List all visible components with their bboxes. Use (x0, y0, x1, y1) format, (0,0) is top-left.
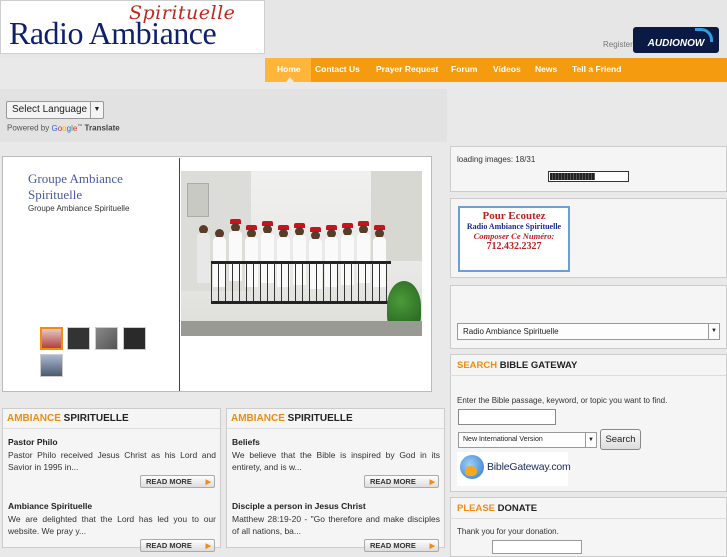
logo-main-text: Radio Ambiance (9, 15, 217, 51)
station-select[interactable]: Radio Ambiance Spirituelle ▼ (457, 323, 720, 340)
nav-active-notch (286, 77, 294, 82)
article-excerpt: We believe that the Bible is inspired by… (232, 450, 440, 472)
listen-phone-ad[interactable]: Pour Ecoutez Radio Ambiance Spirituelle … (458, 206, 570, 272)
read-more-button[interactable]: READ MORE ▶ (364, 539, 439, 552)
nav-tell-a-friend[interactable]: Tell a Friend (572, 58, 621, 82)
bible-search-input[interactable] (458, 409, 556, 425)
biblegateway-logo-text: BibleGateway.com (487, 461, 571, 473)
article-excerpt: Pastor Philo received Jesus Christ as hi… (8, 450, 216, 472)
ground (181, 321, 422, 336)
slide-thumbnail[interactable] (95, 327, 118, 350)
biblegateway-logo[interactable]: BibleGateway.com (457, 452, 571, 486)
read-more-button[interactable]: READ MORE ▶ (140, 475, 215, 488)
slide-thumbnail[interactable] (40, 327, 63, 350)
sunrise-icon (465, 466, 477, 476)
articles-box-heading: AMBIANCE SPIRITUELLE (3, 409, 220, 429)
google-logo: Google™ (51, 123, 83, 133)
loading-status: loading images: 18/31 (457, 155, 536, 164)
article-excerpt: Matthew 28:19-20 - "Go therefore and mak… (232, 514, 440, 536)
divider (450, 375, 727, 376)
audionow-logo[interactable]: AUDIONOW (633, 27, 719, 53)
dropdown-arrow-icon: ▼ (90, 102, 103, 118)
nav-prayer-request[interactable]: Prayer Request (376, 58, 438, 82)
article-title[interactable]: Beliefs (232, 437, 260, 447)
nav-news[interactable]: News (535, 58, 557, 82)
bible-version-select[interactable]: New International Version ▼ (458, 432, 597, 448)
bible-search-button[interactable]: Search (600, 429, 641, 450)
dropdown-arrow-icon: ▼ (708, 324, 719, 339)
slide-thumbnail[interactable] (40, 354, 63, 377)
articles-box-left: AMBIANCE SPIRITUELLE Pastor Philo Pastor… (2, 408, 221, 552)
donate-text: Thank you for your donation. (457, 527, 559, 536)
group-photo (181, 171, 422, 336)
feature-title[interactable]: Groupe Ambiance Spirituelle (28, 171, 158, 203)
feature-slider: Groupe Ambiance Spirituelle Groupe Ambia… (2, 156, 432, 392)
article-title[interactable]: Disciple a person in Jesus Christ (232, 501, 366, 511)
railing-bars (211, 263, 391, 303)
language-select[interactable]: Select Language ▼ (6, 101, 104, 119)
powered-by-label: Powered by (7, 123, 50, 133)
article-title[interactable]: Ambiance Spirituelle (8, 501, 92, 511)
read-more-button[interactable]: READ MORE ▶ (364, 475, 439, 488)
slide-thumbnail[interactable] (67, 327, 90, 350)
feature-divider (179, 158, 180, 391)
ad-line: Radio Ambiance Spirituelle (466, 222, 562, 231)
donate-heading: PLEASE DONATE (457, 503, 538, 514)
ad-line: Composer Ce Numéro: (473, 231, 555, 241)
articles-box-heading: AMBIANCE SPIRITUELLE (227, 409, 444, 429)
ad-phone-number: 712.432.2327 (486, 241, 542, 252)
ad-line: Pour Ecoutez (482, 210, 546, 222)
station-select-value: Radio Ambiance Spirituelle (463, 327, 559, 336)
divider (450, 518, 727, 519)
articles-box-right: AMBIANCE SPIRITUELLE Beliefs We believe … (226, 408, 445, 552)
bible-gateway-heading: SEARCH BIBLE GATEWAY (457, 360, 578, 371)
translate-label: Translate (84, 123, 120, 133)
site-logo[interactable]: Spirituelle Radio Ambiance (0, 0, 265, 54)
arrow-right-icon: ▶ (205, 479, 211, 486)
language-select-label: Select Language (12, 104, 88, 115)
slide-thumbnail[interactable] (123, 327, 146, 350)
article-title[interactable]: Pastor Philo (8, 437, 58, 447)
loading-progress-bar (548, 171, 629, 182)
signal-wave-icon (695, 28, 713, 42)
bible-search-description: Enter the Bible passage, keyword, or top… (457, 396, 668, 405)
feature-subtitle: Groupe Ambiance Spirituelle (28, 204, 130, 213)
nav-forum[interactable]: Forum (451, 58, 477, 82)
header: Spirituelle Radio Ambiance Register AUDI… (0, 0, 727, 58)
register-link[interactable]: Register (603, 40, 633, 49)
nav-contact-us[interactable]: Contact Us (315, 58, 360, 82)
bible-version-value: New International Version (463, 436, 543, 443)
arrow-right-icon: ▶ (429, 543, 435, 550)
article-excerpt: We are delighted that the Lord has led y… (8, 514, 216, 536)
main-nav: Home Contact Us Prayer Request Forum Vid… (265, 58, 727, 82)
donation-amount-select[interactable] (492, 540, 582, 554)
nav-videos[interactable]: Videos (493, 58, 521, 82)
dropdown-arrow-icon: ▼ (585, 433, 596, 448)
arrow-right-icon: ▶ (205, 543, 211, 550)
arrow-right-icon: ▶ (429, 479, 435, 486)
railing (211, 301, 391, 304)
loading-progress-fill (550, 173, 595, 180)
read-more-button[interactable]: READ MORE ▶ (140, 539, 215, 552)
loading-box (450, 146, 727, 192)
powered-by-google-translate[interactable]: Powered by Google™ Translate (7, 123, 120, 133)
